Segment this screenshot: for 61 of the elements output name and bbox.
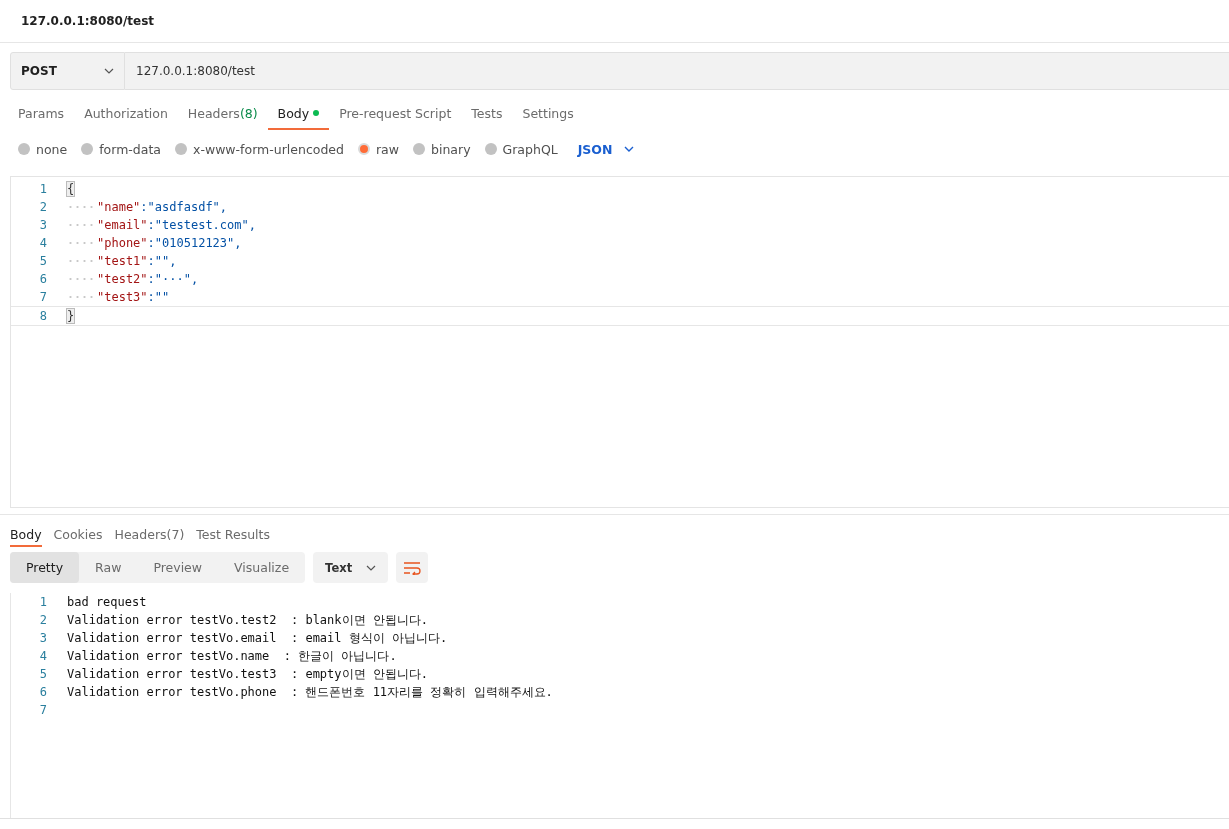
body-type-radio[interactable]: x-www-form-urlencoded — [175, 141, 344, 157]
view-mode-tab[interactable]: Visualize — [218, 552, 306, 583]
format-dropdown[interactable]: JSON — [571, 140, 641, 158]
response-tab[interactable]: Headers(7) — [114, 523, 197, 547]
request-tab[interactable]: Headers(8) — [177, 98, 268, 130]
line-number: 3 — [38, 631, 47, 645]
code-brace: { — [67, 182, 75, 196]
body-type-radio[interactable]: none — [18, 141, 68, 157]
wrap-lines-button[interactable] — [396, 552, 429, 583]
code-editor[interactable]: 1 { 2 "name":"asdfasdf", 3 "email":"testest.com", 4 "phone":"010512123", 5 "test1":"", 6 "test2":"···", 7 "test3":"" 8 } — [10, 176, 1229, 508]
response-tab[interactable]: Cookies — [53, 523, 115, 547]
view-mode-tab[interactable]: Pretty — [10, 552, 80, 583]
url-field[interactable]: 127.0.0.1:8080/test — [125, 52, 1229, 90]
code-line: "test2":"···", — [97, 272, 199, 286]
code-line: "name":"asdfasdf", — [97, 200, 228, 214]
line-number: 5 — [38, 667, 47, 681]
body-type-radio[interactable]: raw — [358, 141, 399, 157]
request-tab[interactable]: Authorization — [74, 98, 178, 130]
line-number: 2 — [38, 200, 47, 214]
line-number: 6 — [38, 272, 47, 286]
body-type-radio[interactable]: binary — [413, 141, 471, 157]
request-tab[interactable]: Tests — [461, 98, 513, 130]
line-number: 6 — [38, 685, 47, 699]
request-tab[interactable]: Body — [267, 98, 330, 130]
line-number: 4 — [38, 236, 47, 250]
view-mode-tab[interactable]: Raw — [79, 552, 138, 583]
response-line: Validation error testVo.email : email 형식이 아닙니다. — [67, 629, 448, 647]
chevron-down-icon — [366, 564, 377, 571]
response-format-dropdown[interactable]: Text — [313, 552, 389, 583]
code-line: "email":"testest.com", — [97, 218, 256, 232]
request-tab[interactable]: Settings — [512, 98, 584, 130]
request-tab[interactable]: Pre-request Script — [329, 98, 462, 130]
response-line: Validation error testVo.phone : 핸드폰번호 11자리를 정확히 입력해주세요. — [67, 683, 553, 701]
wrap-lines-icon — [403, 560, 422, 575]
response-line: Validation error testVo.name : 한글이 아닙니다. — [67, 647, 397, 665]
line-number: 1 — [38, 182, 47, 196]
method-dropdown[interactable]: POST — [10, 52, 125, 90]
code-brace: } — [67, 309, 75, 323]
response-line: Validation error testVo.test2 : blank이면 안됩니다. — [67, 611, 428, 629]
body-type-radio[interactable]: GraphQL — [484, 141, 558, 157]
line-number: 4 — [38, 649, 47, 663]
response-line: Validation error testVo.test3 : empty이면 안됩니다. — [67, 665, 428, 683]
line-number: 8 — [38, 309, 47, 323]
line-number: 7 — [38, 290, 47, 304]
body-type-radio[interactable]: form-data — [81, 141, 161, 157]
chevron-down-icon — [104, 68, 114, 74]
line-number: 3 — [38, 218, 47, 232]
line-number: 2 — [38, 613, 47, 627]
response-tab[interactable]: Test Results — [196, 523, 282, 547]
chevron-down-icon — [624, 146, 635, 152]
code-line: "test1":"", — [97, 254, 177, 268]
view-mode-tab[interactable]: Preview — [137, 552, 219, 583]
request-title: 127.0.0.1:8080/test — [21, 14, 155, 28]
request-tab[interactable]: Params — [8, 98, 75, 130]
line-number: 1 — [38, 595, 47, 609]
response-line: bad request — [67, 595, 147, 609]
code-line: "test3":"" — [97, 290, 170, 304]
code-line: "phone":"010512123", — [97, 236, 242, 250]
response-tab[interactable]: Body — [10, 523, 42, 547]
line-number: 7 — [38, 703, 47, 717]
line-number: 5 — [38, 254, 47, 268]
